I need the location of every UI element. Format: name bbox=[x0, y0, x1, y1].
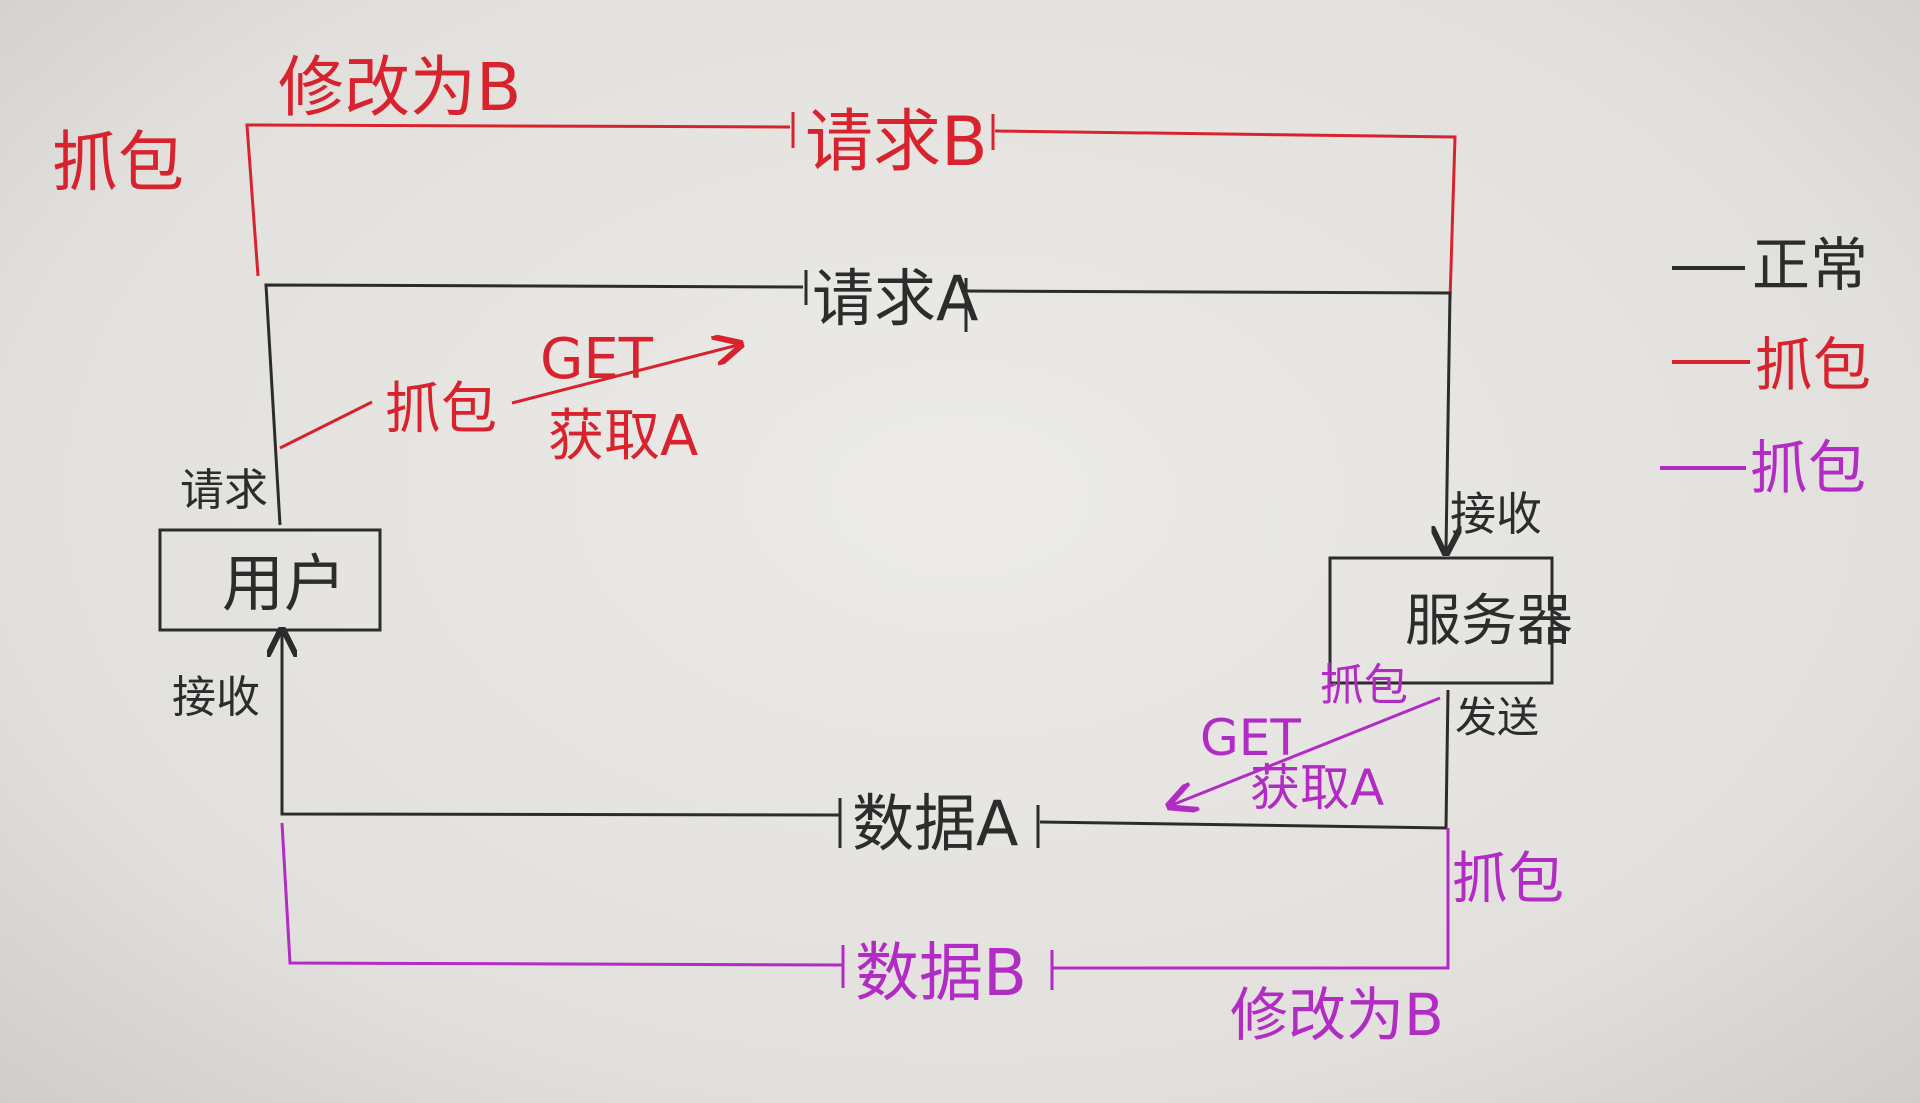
user-receive-label: 接收 bbox=[172, 672, 260, 723]
user-send-label: 请求 bbox=[180, 465, 268, 516]
data-b-label: 数据B bbox=[855, 937, 1027, 1011]
purple-path-right-segment bbox=[1052, 828, 1450, 970]
purple-modify-label: 修改为B bbox=[1230, 981, 1444, 1049]
purple-annotation-capture-label: 抓包 bbox=[1320, 660, 1408, 711]
red-annotation-capture-label: 抓包 bbox=[385, 377, 497, 442]
server-node-label: 服务器 bbox=[1405, 589, 1573, 654]
data-a-label: 数据A bbox=[852, 787, 1018, 860]
legend: 正常 抓包 抓包 bbox=[1660, 231, 1871, 502]
red-get-method-label: GET bbox=[540, 327, 654, 392]
server-send-label: 发送 bbox=[1455, 693, 1539, 742]
red-path-left-segment bbox=[245, 123, 791, 277]
red-path-right-segment bbox=[994, 129, 1457, 301]
red-modify-label: 修改为B bbox=[278, 49, 521, 126]
red-request-b-label: 请求B bbox=[805, 103, 988, 182]
black-response-left-segment bbox=[282, 633, 841, 817]
purple-path-left-segment bbox=[280, 822, 844, 967]
legend-label-normal: 正常 bbox=[1752, 231, 1868, 299]
request-a-label: 请求A bbox=[812, 262, 978, 335]
purple-get-action-label: 获取A bbox=[1250, 759, 1384, 817]
legend-label-purple-capture: 抓包 bbox=[1750, 434, 1866, 502]
purple-capture-label: 抓包 bbox=[1452, 847, 1564, 912]
server-receive-label: 接收 bbox=[1450, 487, 1542, 541]
red-capture-label: 抓包 bbox=[52, 124, 184, 201]
legend-label-red-capture: 抓包 bbox=[1755, 331, 1871, 399]
user-node-label: 用户 bbox=[222, 547, 346, 620]
diagram-canvas: 抓包 修改为B 请求B 请求A 请求 接收 抓包 GET 获取A 用户 服务器 … bbox=[52, 49, 1871, 1049]
black-request-left-segment bbox=[264, 283, 804, 526]
red-get-action-label: 获取A bbox=[548, 404, 698, 469]
black-request-right-segment bbox=[964, 289, 1450, 550]
red-capture-pointer bbox=[279, 400, 373, 450]
